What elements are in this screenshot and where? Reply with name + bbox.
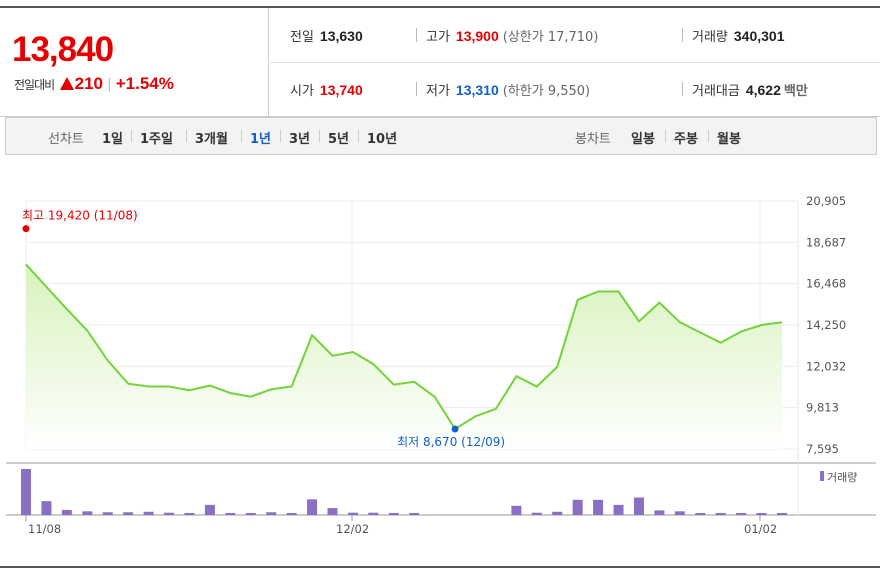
y-tick-label: 20,905	[806, 194, 846, 208]
volume-bar	[756, 513, 767, 515]
y-tick-label: 7,595	[806, 442, 839, 456]
volume-bar	[225, 513, 236, 515]
volume-bar	[736, 513, 747, 515]
x-axis-ticks: 11/08 12/02 01/02	[25, 515, 777, 536]
volume-bar	[633, 497, 644, 515]
volume-bar	[695, 513, 706, 515]
y-tick-label: 9,813	[806, 401, 839, 415]
volume-legend-label: 거래량	[827, 471, 857, 484]
volume-bar	[347, 512, 358, 515]
volume-bar	[266, 512, 277, 515]
volume-legend: 거래량	[820, 471, 857, 484]
volume-bar	[41, 501, 52, 515]
volume-bar	[61, 509, 72, 515]
bottom-border	[0, 566, 880, 568]
price-area	[26, 264, 782, 449]
volume-bar	[531, 512, 542, 515]
y-axis-ticks: 20,905 18,687 16,468 14,250 12,032 9,813 7,595	[806, 194, 846, 456]
volume-bar	[204, 504, 215, 515]
max-annotation: 최고 19,420 (11/08)	[22, 209, 138, 223]
volume-bar	[368, 512, 379, 515]
volume-bar	[327, 508, 338, 515]
volume-bar	[143, 511, 154, 515]
y-tick-label: 14,250	[806, 318, 846, 332]
volume-bar	[307, 499, 318, 515]
volume-bar	[184, 513, 195, 515]
volume-bars	[21, 469, 787, 515]
volume-bar	[123, 512, 134, 515]
volume-bar	[593, 499, 604, 515]
y-tick-label: 18,687	[806, 235, 846, 249]
volume-bar	[613, 504, 624, 515]
volume-bar	[82, 511, 93, 515]
volume-legend-swatch	[820, 471, 824, 481]
volume-bar	[715, 513, 726, 515]
volume-bar	[245, 513, 256, 515]
x-tick-label: 01/02	[744, 522, 777, 536]
x-tick-label: 12/02	[336, 522, 369, 536]
volume-bar	[552, 511, 563, 515]
volume-bar	[286, 513, 297, 515]
volume-bar	[777, 513, 787, 515]
volume-bar	[654, 510, 665, 515]
volume-bar	[572, 499, 583, 515]
volume-bar	[388, 513, 399, 515]
y-tick-label: 12,032	[806, 359, 846, 373]
volume-bar	[164, 512, 175, 515]
y-tick-label: 16,468	[806, 277, 846, 291]
volume-bar	[102, 512, 113, 515]
min-annotation: 최저 8,670 (12/09)	[397, 435, 505, 449]
min-point-marker	[451, 425, 459, 433]
x-tick-label: 11/08	[28, 522, 61, 536]
volume-bar	[674, 511, 685, 515]
volume-bar	[511, 505, 522, 515]
volume-bar	[21, 469, 31, 515]
max-point-marker	[22, 225, 30, 233]
volume-bar	[409, 513, 420, 515]
price-chart: 20,905 18,687 16,468 14,250 12,032 9,813 7,595…	[6, 194, 876, 536]
